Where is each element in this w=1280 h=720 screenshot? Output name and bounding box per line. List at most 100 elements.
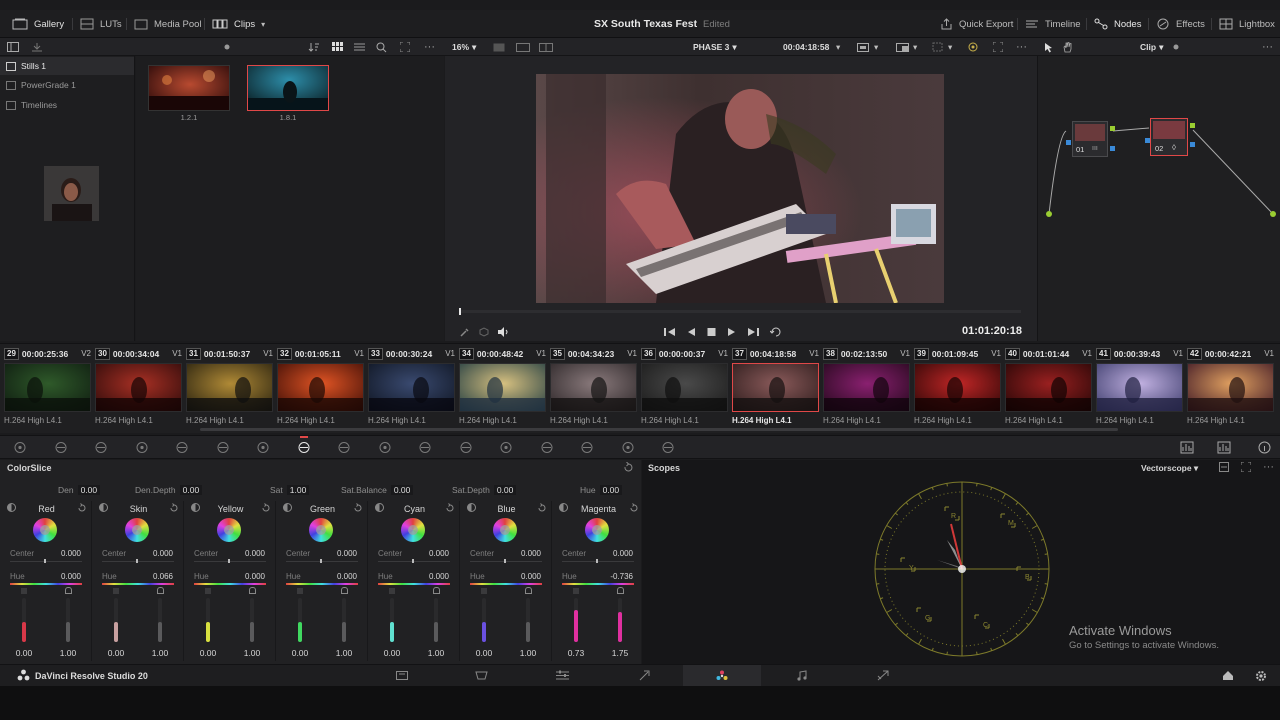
center-track[interactable] (378, 561, 450, 562)
scopes-toggle-icon[interactable] (1217, 441, 1231, 454)
clip-thumbnail[interactable] (368, 363, 455, 412)
highlight-icon[interactable] (967, 38, 979, 56)
vector-reset-icon[interactable] (445, 503, 455, 513)
center-track[interactable] (102, 561, 174, 562)
viewer-more-icon[interactable]: ··· (1016, 38, 1027, 56)
rgb-mixer-icon[interactable] (174, 441, 190, 454)
qualifier-icon[interactable] (377, 441, 393, 454)
clip-thumbnail[interactable] (1096, 363, 1183, 412)
viewer-frame[interactable] (536, 74, 944, 303)
clip-item[interactable]: 41 00:00:39:43 V1 H.264 High L4.1 (1092, 344, 1183, 434)
saturation-value[interactable]: 0.00 (104, 648, 128, 658)
color-warper-icon[interactable] (336, 441, 352, 454)
clip-item[interactable]: 31 00:01:50:37 V1 H.264 High L4.1 (182, 344, 273, 434)
clip-thumbnail[interactable] (1005, 363, 1092, 412)
play-icon[interactable] (727, 327, 736, 337)
grab-still-icon[interactable] (31, 38, 43, 56)
scope-settings-icon[interactable] (1219, 462, 1229, 472)
effects-button[interactable]: Effects (1156, 10, 1205, 38)
viewer-mode-3-icon[interactable] (539, 38, 553, 56)
slider-dot[interactable] (224, 38, 230, 56)
sidebar-item-stills[interactable]: Stills 1 (0, 57, 134, 75)
fusion-page-icon[interactable] (638, 670, 650, 681)
sidebar-toggle-icon[interactable] (7, 38, 19, 56)
luma-value[interactable]: 1.00 (424, 648, 448, 658)
3d-icon[interactable] (660, 441, 676, 454)
luma-value[interactable]: 1.00 (240, 648, 264, 658)
hue-value[interactable]: 0.000 (419, 572, 449, 581)
luts-button[interactable]: LUTs (80, 10, 122, 38)
saturation-value[interactable]: 0.00 (472, 648, 496, 658)
node-key-output[interactable] (1190, 142, 1195, 147)
still-thumbnail[interactable] (148, 65, 230, 111)
fairlight-page-icon[interactable] (797, 670, 808, 681)
hue-track[interactable] (286, 583, 358, 585)
vector-color-wheel[interactable] (309, 518, 333, 542)
jump-end-icon[interactable] (747, 327, 759, 337)
lock-icon[interactable] (525, 587, 532, 594)
camera-raw-icon[interactable] (12, 441, 28, 454)
hue-value[interactable]: 0.000 (235, 572, 265, 581)
clip-thumbnail[interactable] (550, 363, 637, 412)
quick-export-button[interactable]: Quick Export (940, 10, 1013, 38)
vector-color-wheel[interactable] (217, 518, 241, 542)
luma-value[interactable]: 1.00 (516, 648, 540, 658)
scope-type-select[interactable]: Vectorscope ▾ (1141, 463, 1198, 474)
center-track[interactable] (10, 561, 82, 562)
transform-dropdown-icon[interactable]: ▾ (948, 38, 952, 56)
vector-reset-icon[interactable] (353, 503, 363, 513)
vector-luma-slider[interactable] (250, 598, 254, 642)
still-thumbnail-selected[interactable] (247, 65, 329, 111)
node-01[interactable]: 01 ııı (1072, 121, 1108, 157)
window-icon[interactable] (417, 441, 433, 454)
jump-start-icon[interactable] (664, 327, 676, 337)
saturation-value[interactable]: 0.00 (196, 648, 220, 658)
vector-luma-slider[interactable] (618, 598, 622, 642)
vector-color-wheel[interactable] (125, 518, 149, 542)
key-icon[interactable] (579, 441, 595, 454)
node-output-port[interactable] (1110, 126, 1115, 131)
phase-select[interactable]: PHASE 3 ▾ (693, 38, 737, 56)
clip-thumbnail[interactable] (277, 363, 364, 412)
clips-button[interactable]: Clips ▾ (212, 10, 265, 38)
center-value[interactable]: 0.000 (327, 549, 357, 558)
center-value[interactable]: 0.000 (419, 549, 449, 558)
fullscreen-icon[interactable] (400, 38, 410, 56)
hue-track[interactable] (378, 583, 450, 585)
volume-icon[interactable] (497, 326, 509, 338)
color-page-tab-active[interactable] (683, 665, 761, 686)
stop-icon[interactable] (707, 327, 716, 337)
center-handle[interactable] (596, 559, 598, 563)
vector-luma-slider[interactable] (526, 598, 530, 642)
info-icon[interactable] (1258, 441, 1272, 454)
hue-track[interactable] (102, 583, 174, 585)
node-output-port[interactable] (1190, 123, 1195, 128)
saturation-value[interactable]: 0.00 (380, 648, 404, 658)
clip-item[interactable]: 29 00:00:25:36 V2 H.264 High L4.1 (0, 344, 91, 434)
settings-gear-icon[interactable] (1255, 670, 1267, 682)
hue-value[interactable]: -0.736 (603, 572, 633, 581)
center-value[interactable]: 0.000 (235, 549, 265, 558)
node-zoom-slider-dot[interactable] (1173, 38, 1179, 56)
vector-luma-slider[interactable] (158, 598, 162, 642)
search-icon[interactable] (376, 38, 387, 56)
clip-item[interactable]: 40 00:01:01:44 V1 H.264 High L4.1 (1001, 344, 1092, 434)
timeline-button[interactable]: Timeline (1025, 10, 1081, 38)
node-key-output[interactable] (1110, 146, 1115, 151)
vector-saturation-slider[interactable] (298, 598, 302, 642)
nodes-more-icon[interactable]: ··· (1262, 38, 1273, 56)
clip-thumbnail[interactable] (4, 363, 91, 412)
vector-saturation-slider[interactable] (482, 598, 486, 642)
scope-more-icon[interactable]: ··· (1263, 461, 1274, 473)
vector-reset-icon[interactable] (169, 503, 179, 513)
clip-item[interactable]: 30 00:00:34:04 V1 H.264 High L4.1 (91, 344, 182, 434)
hue-track[interactable] (562, 583, 634, 585)
clip-item[interactable]: 33 00:00:30:24 V1 H.264 High L4.1 (364, 344, 455, 434)
more-options-icon[interactable]: ··· (424, 38, 435, 56)
hdr-wheels-icon[interactable] (134, 441, 150, 454)
lightbox-button[interactable]: Lightbox (1219, 10, 1275, 38)
clip-item[interactable]: 32 00:01:05:11 V1 H.264 High L4.1 (273, 344, 364, 434)
lock-icon[interactable] (157, 587, 164, 594)
deliver-page-icon[interactable] (877, 670, 889, 681)
hue-track[interactable] (470, 583, 542, 585)
